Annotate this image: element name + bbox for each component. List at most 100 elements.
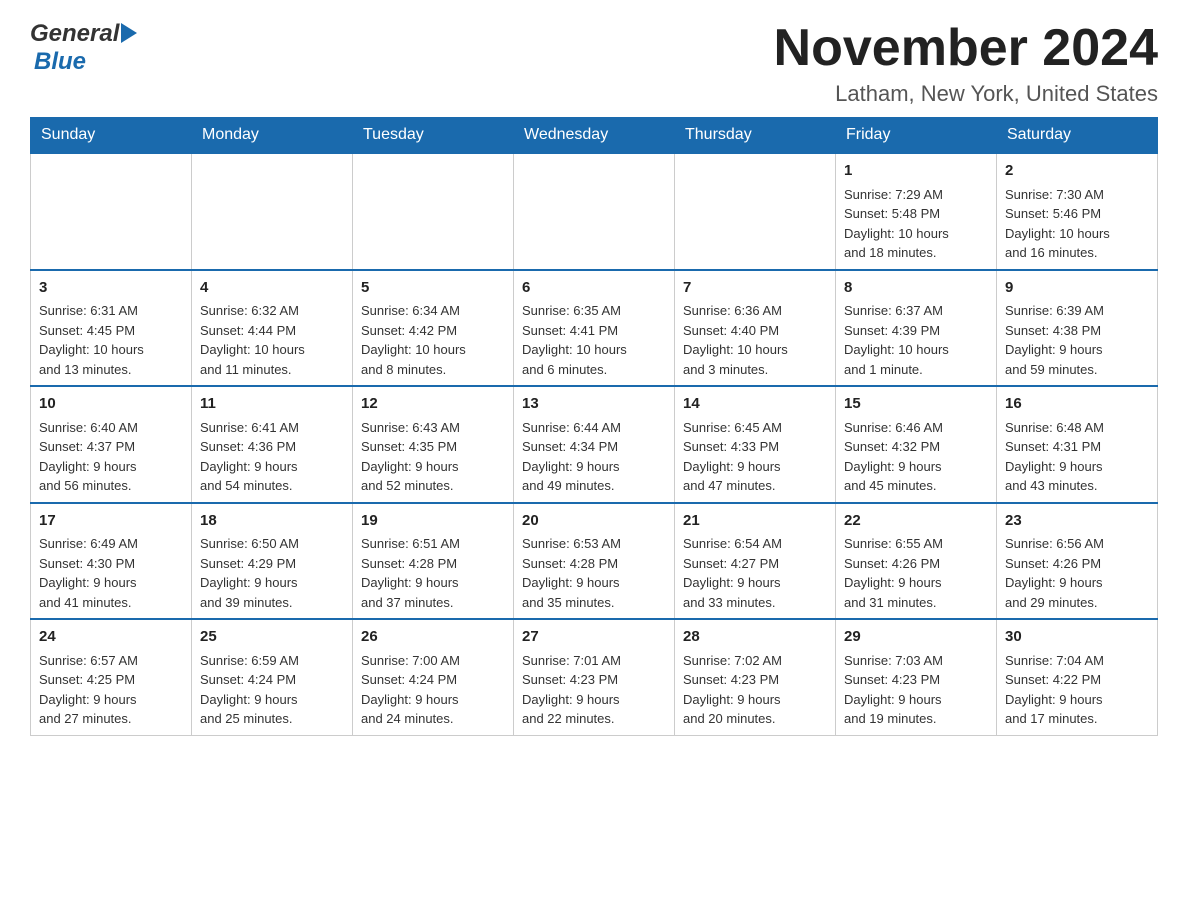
day-number: 28: [683, 626, 827, 649]
calendar-week-row: 10Sunrise: 6:40 AM Sunset: 4:37 PM Dayli…: [31, 386, 1158, 503]
day-number: 26: [361, 626, 505, 649]
calendar-cell: 25Sunrise: 6:59 AM Sunset: 4:24 PM Dayli…: [192, 619, 353, 735]
day-number: 21: [683, 510, 827, 533]
day-number: 23: [1005, 510, 1149, 533]
day-info: Sunrise: 7:29 AM Sunset: 5:48 PM Dayligh…: [844, 185, 988, 263]
day-number: 13: [522, 393, 666, 416]
calendar-cell: 27Sunrise: 7:01 AM Sunset: 4:23 PM Dayli…: [514, 619, 675, 735]
calendar-cell: 14Sunrise: 6:45 AM Sunset: 4:33 PM Dayli…: [675, 386, 836, 503]
day-info: Sunrise: 7:01 AM Sunset: 4:23 PM Dayligh…: [522, 651, 666, 729]
calendar-cell: 21Sunrise: 6:54 AM Sunset: 4:27 PM Dayli…: [675, 503, 836, 620]
calendar-cell: 6Sunrise: 6:35 AM Sunset: 4:41 PM Daylig…: [514, 270, 675, 387]
calendar-cell: [514, 153, 675, 270]
calendar-cell: 26Sunrise: 7:00 AM Sunset: 4:24 PM Dayli…: [353, 619, 514, 735]
day-number: 29: [844, 626, 988, 649]
page-header: General Blue November 2024 Latham, New Y…: [30, 20, 1158, 107]
day-number: 27: [522, 626, 666, 649]
calendar-cell: 23Sunrise: 6:56 AM Sunset: 4:26 PM Dayli…: [997, 503, 1158, 620]
day-info: Sunrise: 6:37 AM Sunset: 4:39 PM Dayligh…: [844, 301, 988, 379]
day-info: Sunrise: 6:57 AM Sunset: 4:25 PM Dayligh…: [39, 651, 183, 729]
calendar-cell: 2Sunrise: 7:30 AM Sunset: 5:46 PM Daylig…: [997, 153, 1158, 270]
calendar-cell: [675, 153, 836, 270]
day-number: 10: [39, 393, 183, 416]
calendar-table: SundayMondayTuesdayWednesdayThursdayFrid…: [30, 117, 1158, 736]
calendar-cell: [353, 153, 514, 270]
day-info: Sunrise: 6:40 AM Sunset: 4:37 PM Dayligh…: [39, 418, 183, 496]
calendar-cell: 7Sunrise: 6:36 AM Sunset: 4:40 PM Daylig…: [675, 270, 836, 387]
day-number: 24: [39, 626, 183, 649]
weekday-header-wednesday: Wednesday: [514, 118, 675, 154]
calendar-cell: 12Sunrise: 6:43 AM Sunset: 4:35 PM Dayli…: [353, 386, 514, 503]
logo-general-text: General: [30, 20, 119, 48]
day-info: Sunrise: 6:53 AM Sunset: 4:28 PM Dayligh…: [522, 534, 666, 612]
day-info: Sunrise: 6:48 AM Sunset: 4:31 PM Dayligh…: [1005, 418, 1149, 496]
day-info: Sunrise: 6:39 AM Sunset: 4:38 PM Dayligh…: [1005, 301, 1149, 379]
day-info: Sunrise: 6:36 AM Sunset: 4:40 PM Dayligh…: [683, 301, 827, 379]
day-number: 9: [1005, 277, 1149, 300]
calendar-cell: 24Sunrise: 6:57 AM Sunset: 4:25 PM Dayli…: [31, 619, 192, 735]
day-number: 30: [1005, 626, 1149, 649]
calendar-cell: 15Sunrise: 6:46 AM Sunset: 4:32 PM Dayli…: [836, 386, 997, 503]
day-number: 5: [361, 277, 505, 300]
day-number: 17: [39, 510, 183, 533]
calendar-cell: 18Sunrise: 6:50 AM Sunset: 4:29 PM Dayli…: [192, 503, 353, 620]
calendar-cell: 1Sunrise: 7:29 AM Sunset: 5:48 PM Daylig…: [836, 153, 997, 270]
day-number: 1: [844, 160, 988, 183]
weekday-header-friday: Friday: [836, 118, 997, 154]
day-number: 15: [844, 393, 988, 416]
calendar-cell: 30Sunrise: 7:04 AM Sunset: 4:22 PM Dayli…: [997, 619, 1158, 735]
day-info: Sunrise: 7:04 AM Sunset: 4:22 PM Dayligh…: [1005, 651, 1149, 729]
day-number: 19: [361, 510, 505, 533]
logo-blue-text: Blue: [34, 48, 86, 75]
day-number: 14: [683, 393, 827, 416]
calendar-cell: 20Sunrise: 6:53 AM Sunset: 4:28 PM Dayli…: [514, 503, 675, 620]
day-number: 3: [39, 277, 183, 300]
logo: General Blue: [30, 20, 137, 76]
calendar-cell: 22Sunrise: 6:55 AM Sunset: 4:26 PM Dayli…: [836, 503, 997, 620]
calendar-cell: 3Sunrise: 6:31 AM Sunset: 4:45 PM Daylig…: [31, 270, 192, 387]
day-info: Sunrise: 6:32 AM Sunset: 4:44 PM Dayligh…: [200, 301, 344, 379]
logo-arrow-icon: [121, 23, 137, 43]
day-info: Sunrise: 6:44 AM Sunset: 4:34 PM Dayligh…: [522, 418, 666, 496]
calendar-week-row: 3Sunrise: 6:31 AM Sunset: 4:45 PM Daylig…: [31, 270, 1158, 387]
day-info: Sunrise: 6:59 AM Sunset: 4:24 PM Dayligh…: [200, 651, 344, 729]
day-info: Sunrise: 6:46 AM Sunset: 4:32 PM Dayligh…: [844, 418, 988, 496]
calendar-cell: 11Sunrise: 6:41 AM Sunset: 4:36 PM Dayli…: [192, 386, 353, 503]
day-info: Sunrise: 6:34 AM Sunset: 4:42 PM Dayligh…: [361, 301, 505, 379]
day-number: 7: [683, 277, 827, 300]
day-number: 25: [200, 626, 344, 649]
location-subtitle: Latham, New York, United States: [774, 81, 1158, 107]
title-area: November 2024 Latham, New York, United S…: [774, 20, 1158, 107]
calendar-cell: 29Sunrise: 7:03 AM Sunset: 4:23 PM Dayli…: [836, 619, 997, 735]
day-info: Sunrise: 6:50 AM Sunset: 4:29 PM Dayligh…: [200, 534, 344, 612]
calendar-cell: 16Sunrise: 6:48 AM Sunset: 4:31 PM Dayli…: [997, 386, 1158, 503]
day-number: 4: [200, 277, 344, 300]
day-info: Sunrise: 7:30 AM Sunset: 5:46 PM Dayligh…: [1005, 185, 1149, 263]
day-number: 2: [1005, 160, 1149, 183]
day-info: Sunrise: 6:49 AM Sunset: 4:30 PM Dayligh…: [39, 534, 183, 612]
day-number: 22: [844, 510, 988, 533]
calendar-cell: [192, 153, 353, 270]
day-number: 16: [1005, 393, 1149, 416]
day-info: Sunrise: 7:00 AM Sunset: 4:24 PM Dayligh…: [361, 651, 505, 729]
day-info: Sunrise: 6:56 AM Sunset: 4:26 PM Dayligh…: [1005, 534, 1149, 612]
calendar-cell: 13Sunrise: 6:44 AM Sunset: 4:34 PM Dayli…: [514, 386, 675, 503]
calendar-cell: 4Sunrise: 6:32 AM Sunset: 4:44 PM Daylig…: [192, 270, 353, 387]
day-info: Sunrise: 6:45 AM Sunset: 4:33 PM Dayligh…: [683, 418, 827, 496]
day-info: Sunrise: 6:41 AM Sunset: 4:36 PM Dayligh…: [200, 418, 344, 496]
calendar-cell: 17Sunrise: 6:49 AM Sunset: 4:30 PM Dayli…: [31, 503, 192, 620]
day-number: 6: [522, 277, 666, 300]
calendar-week-row: 24Sunrise: 6:57 AM Sunset: 4:25 PM Dayli…: [31, 619, 1158, 735]
day-number: 18: [200, 510, 344, 533]
day-info: Sunrise: 6:54 AM Sunset: 4:27 PM Dayligh…: [683, 534, 827, 612]
calendar-cell: 28Sunrise: 7:02 AM Sunset: 4:23 PM Dayli…: [675, 619, 836, 735]
day-info: Sunrise: 7:02 AM Sunset: 4:23 PM Dayligh…: [683, 651, 827, 729]
calendar-week-row: 1Sunrise: 7:29 AM Sunset: 5:48 PM Daylig…: [31, 153, 1158, 270]
weekday-header-saturday: Saturday: [997, 118, 1158, 154]
calendar-cell: 10Sunrise: 6:40 AM Sunset: 4:37 PM Dayli…: [31, 386, 192, 503]
day-info: Sunrise: 6:55 AM Sunset: 4:26 PM Dayligh…: [844, 534, 988, 612]
day-info: Sunrise: 6:51 AM Sunset: 4:28 PM Dayligh…: [361, 534, 505, 612]
weekday-header-thursday: Thursday: [675, 118, 836, 154]
day-number: 12: [361, 393, 505, 416]
calendar-cell: 9Sunrise: 6:39 AM Sunset: 4:38 PM Daylig…: [997, 270, 1158, 387]
